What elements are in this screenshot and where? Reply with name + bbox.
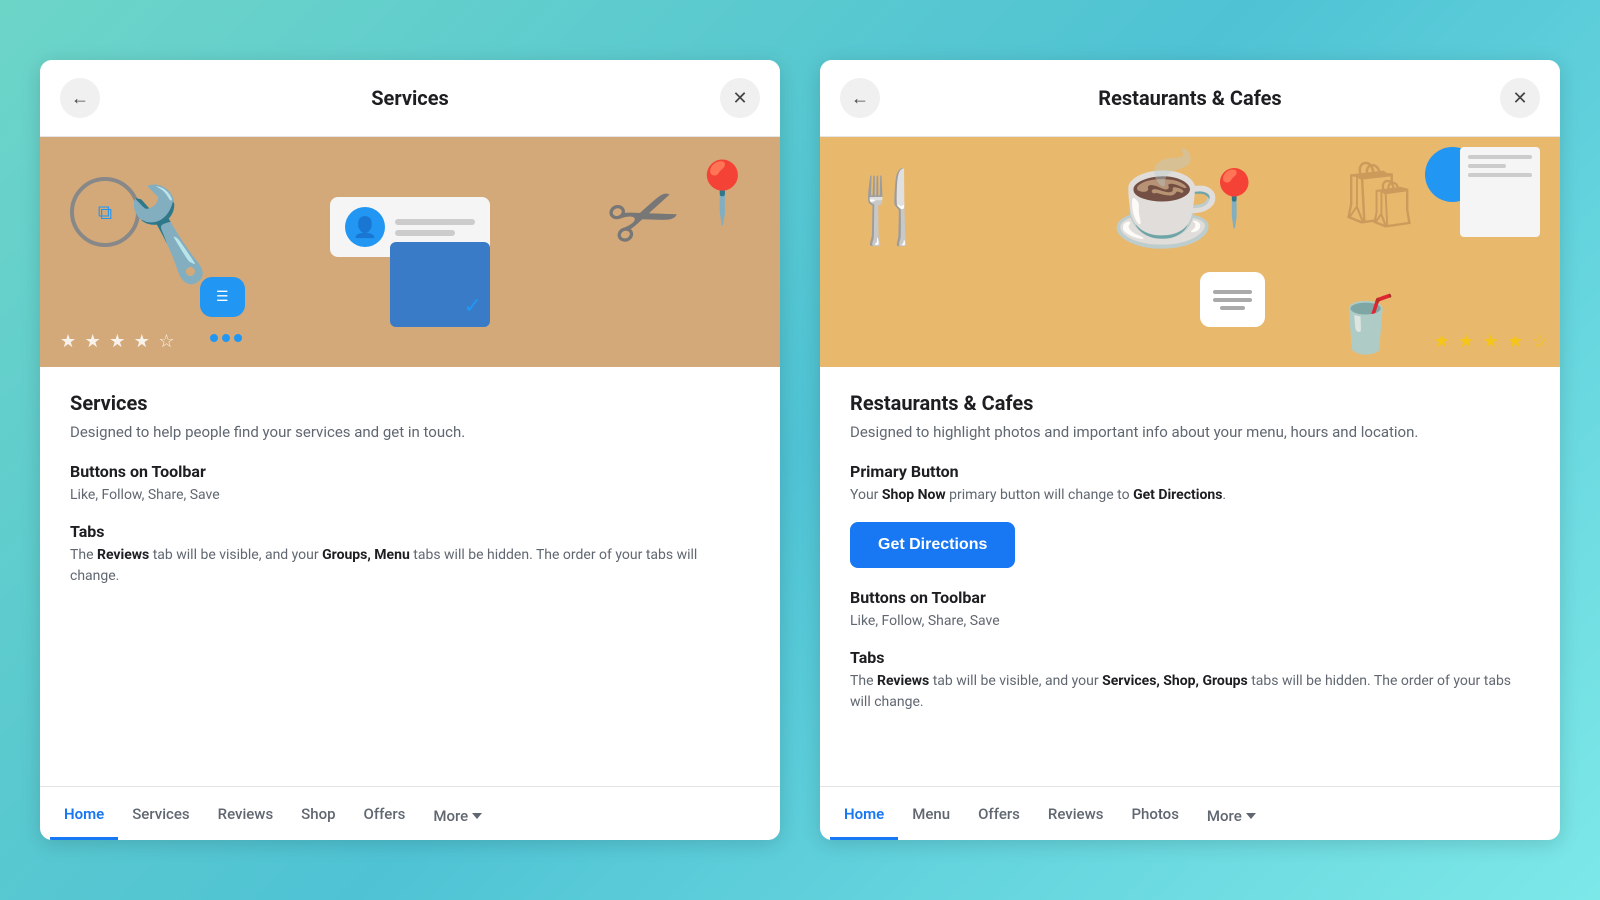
restaurants-back-button[interactable]: ← [840, 78, 880, 118]
tab-photos-r[interactable]: Photos [1117, 787, 1192, 840]
restaurants-header: ← Restaurants & Cafes ✕ [820, 60, 1560, 137]
restaurants-tabs-desc: The Reviews tab will be visible, and you… [850, 671, 1530, 713]
services-title: Services [371, 86, 449, 110]
speech-line [1213, 290, 1252, 294]
profile-line [395, 230, 455, 236]
doc-line [1468, 155, 1532, 159]
tab-home[interactable]: Home [50, 787, 118, 840]
fork-icon: 🍴 [845, 167, 932, 249]
dot-icon [234, 334, 242, 342]
tab-menu-r[interactable]: Menu [898, 787, 964, 840]
restaurants-hero-image: ☕ 🍴 📍 🛍 🥤 ★ ★ ★ ★ ☆ [820, 137, 1560, 367]
services-section-desc: Designed to help people find your servic… [70, 421, 750, 444]
restaurants-title: Restaurants & Cafes [1098, 86, 1281, 110]
tab-more[interactable]: More [419, 789, 496, 839]
tab-services[interactable]: Services [118, 787, 203, 840]
speech-bubble-icon [1200, 272, 1265, 327]
speech-line [1220, 306, 1245, 310]
get-directions-bold: Get Directions [1133, 487, 1222, 503]
services-tabs-title: Tabs [70, 522, 750, 541]
restaurants-buttons-title: Buttons on Toolbar [850, 588, 1530, 607]
profile-lines [395, 219, 475, 236]
restaurants-primary-btn-desc: Your Shop Now primary button will change… [850, 485, 1530, 506]
stars-icon: ★ ★ ★ ★ ☆ [60, 331, 177, 352]
restaurants-section-desc: Designed to highlight photos and importa… [850, 421, 1530, 444]
calendar-icon: ✓ [390, 242, 490, 327]
more-label-r: More [1207, 807, 1242, 825]
services-close-button[interactable]: ✕ [720, 78, 760, 118]
chat-bubble-icon: ☰ [200, 277, 245, 317]
services-hero-image: ⧉ 🔧 👤 ☰ ✓ ✂ 📍 ★ ★ ★ ★ ☆ [40, 137, 780, 367]
restaurants-buttons-desc: Like, Follow, Share, Save [850, 611, 1530, 632]
doc-line [1468, 164, 1506, 168]
restaurants-content: Restaurants & Cafes Designed to highligh… [820, 367, 1560, 786]
map-pin-icon: 📍 [685, 157, 760, 228]
services-content: Services Designed to help people find yo… [40, 367, 780, 786]
avatar-icon: 👤 [345, 207, 385, 247]
drink-icon: 🥤 [1332, 293, 1400, 357]
stars-right-icon: ★ ★ ★ ★ ☆ [1433, 331, 1550, 352]
checkmark-icon: ✓ [464, 294, 482, 319]
more-label: More [433, 807, 468, 825]
doc-line [1468, 173, 1532, 177]
restaurants-tabs-bar: Home Menu Offers Reviews Photos More [820, 786, 1560, 840]
tab-reviews[interactable]: Reviews [204, 787, 288, 840]
chat-dots-icon [210, 334, 242, 342]
shop-now-bold: Shop Now [882, 487, 946, 503]
profile-line [395, 219, 475, 225]
tab-home-r[interactable]: Home [830, 787, 898, 840]
tab-shop[interactable]: Shop [287, 787, 349, 840]
services-back-button[interactable]: ← [60, 78, 100, 118]
document-icon [1460, 147, 1540, 237]
services-tabs-desc: The Reviews tab will be visible, and you… [70, 545, 750, 587]
tab-offers-r[interactable]: Offers [964, 787, 1034, 840]
restaurants-tabs-title: Tabs [850, 648, 1530, 667]
shopping-bag-icon: 🛍 [1337, 157, 1420, 233]
tab-more-r[interactable]: More [1193, 789, 1270, 839]
hidden-tabs-bold: Groups, Menu [322, 547, 410, 563]
restaurants-primary-btn-title: Primary Button [850, 462, 1530, 481]
tab-reviews-r[interactable]: Reviews [1034, 787, 1118, 840]
dot-icon [222, 334, 230, 342]
chevron-down-icon-r [1246, 813, 1256, 819]
reviews-bold: Reviews [877, 673, 929, 689]
dot-icon [210, 334, 218, 342]
services-buttons-title: Buttons on Toolbar [70, 462, 750, 481]
tab-offers[interactable]: Offers [350, 787, 420, 840]
services-header: ← Services ✕ [40, 60, 780, 137]
services-buttons-desc: Like, Follow, Share, Save [70, 485, 750, 506]
services-section-title: Services [70, 391, 750, 415]
restaurants-section-title: Restaurants & Cafes [850, 391, 1530, 415]
location-pin-icon: 📍 [1200, 167, 1268, 231]
speech-line [1213, 298, 1252, 302]
services-panel: ← Services ✕ ⧉ 🔧 👤 ☰ ✓ ✂ [40, 60, 780, 840]
restaurants-close-button[interactable]: ✕ [1500, 78, 1540, 118]
get-directions-button[interactable]: Get Directions [850, 522, 1015, 568]
hidden-tabs-bold: Services, Shop, Groups [1102, 673, 1248, 689]
chevron-down-icon [472, 813, 482, 819]
scissors-icon: ✂ [594, 158, 695, 276]
restaurants-panel: ← Restaurants & Cafes ✕ ☕ 🍴 📍 🛍 🥤 ★ ★ ★ … [820, 60, 1560, 840]
services-tabs-bar: Home Services Reviews Shop Offers More [40, 786, 780, 840]
reviews-tab-bold: Reviews [97, 547, 149, 563]
